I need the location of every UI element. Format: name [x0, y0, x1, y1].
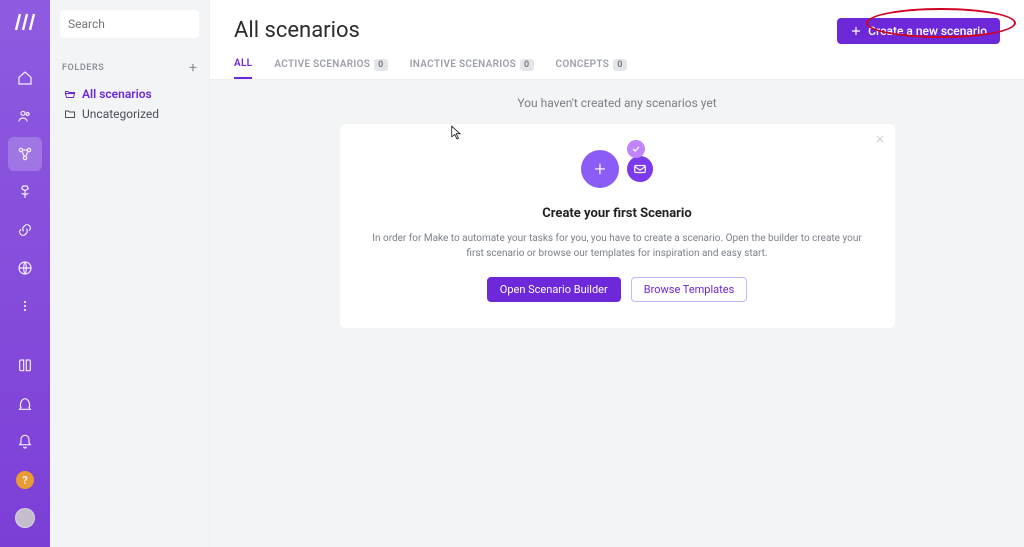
create-scenario-button[interactable]: Create a new scenario: [837, 18, 1000, 44]
search-box[interactable]: [60, 10, 199, 38]
folder-icon: [64, 108, 76, 120]
check-badge-icon: [627, 140, 645, 158]
folder-open-icon: [64, 88, 76, 100]
card-title: Create your first Scenario: [364, 206, 871, 221]
nav-notification[interactable]: [8, 425, 42, 459]
make-logo: [13, 10, 37, 34]
nav-webhooks[interactable]: [8, 251, 42, 285]
close-icon: [875, 134, 885, 144]
content-area: You haven't created any scenarios yet +: [210, 80, 1024, 547]
nav-resource[interactable]: [8, 349, 42, 383]
open-builder-button[interactable]: Open Scenario Builder: [487, 277, 621, 302]
folders-panel: FOLDERS + All scenarios Uncategorized: [50, 0, 210, 547]
folder-uncategorized[interactable]: Uncategorized: [60, 104, 199, 124]
nav-templates[interactable]: [8, 175, 42, 209]
badge: 0: [520, 59, 533, 71]
folders-header-label: FOLDERS: [62, 63, 104, 73]
tab-all[interactable]: ALL: [234, 58, 252, 79]
mail-circle-icon: [627, 156, 653, 182]
card-description: In order for Make to automate your tasks…: [364, 231, 871, 261]
help-icon: ?: [16, 471, 34, 489]
badge: 0: [374, 59, 387, 71]
tabs: ALL ACTIVE SCENARIOS 0 INACTIVE SCENARIO…: [210, 44, 1024, 80]
folder-label: All scenarios: [82, 87, 152, 101]
plus-icon: [850, 25, 862, 37]
nav-more[interactable]: [8, 289, 42, 323]
tab-active[interactable]: ACTIVE SCENARIOS 0: [274, 58, 387, 79]
nav-help[interactable]: ?: [8, 463, 42, 497]
tab-inactive[interactable]: INACTIVE SCENARIOS 0: [410, 58, 534, 79]
nav-home[interactable]: [8, 61, 42, 95]
folder-label: Uncategorized: [82, 107, 159, 121]
nav-scenarios[interactable]: [8, 137, 42, 171]
card-graphic: +: [364, 150, 871, 188]
onboarding-card: + Create your first Scenario In order fo…: [340, 124, 895, 328]
close-card-button[interactable]: [875, 132, 885, 148]
folder-all-scenarios[interactable]: All scenarios: [60, 84, 199, 104]
side-navbar: ?: [0, 0, 50, 547]
add-folder-button[interactable]: +: [189, 60, 197, 76]
main-area: All scenarios Create a new scenario ALL …: [210, 0, 1024, 547]
empty-state-message: You haven't created any scenarios yet: [234, 96, 1000, 110]
browse-templates-button[interactable]: Browse Templates: [631, 277, 748, 302]
nav-team[interactable]: [8, 99, 42, 133]
badge: 0: [613, 59, 626, 71]
avatar: [15, 508, 35, 528]
nav-whatsnew[interactable]: [8, 387, 42, 421]
nav-profile[interactable]: [8, 501, 42, 535]
plus-circle-icon: +: [581, 150, 619, 188]
nav-connections[interactable]: [8, 213, 42, 247]
tab-concepts[interactable]: CONCEPTS 0: [556, 58, 627, 79]
page-title: All scenarios: [234, 18, 360, 43]
create-scenario-label: Create a new scenario: [868, 24, 987, 38]
search-input[interactable]: [68, 17, 191, 31]
